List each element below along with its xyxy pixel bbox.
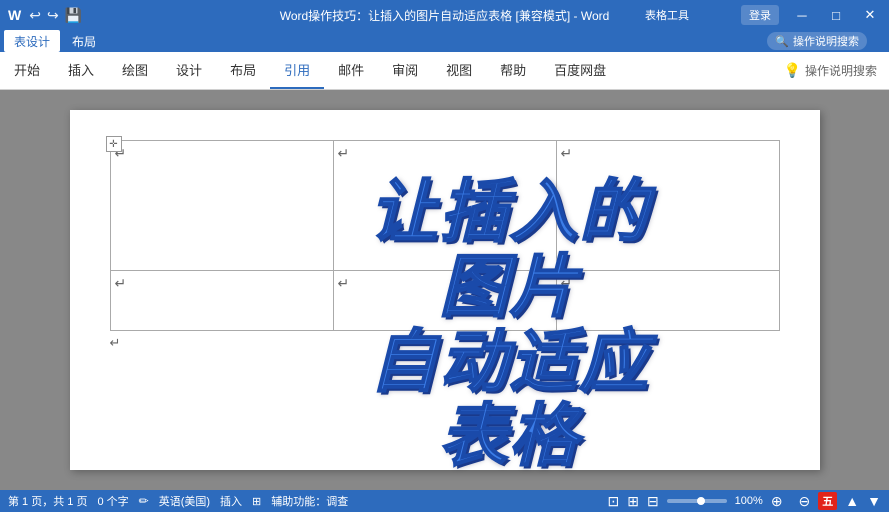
- menu-search-text: 操作说明搜索: [805, 62, 877, 79]
- menu-tab-insert[interactable]: 插入: [54, 52, 108, 89]
- zoom-slider-thumb: [697, 497, 705, 505]
- view-reading-icon[interactable]: ⊞: [627, 493, 639, 510]
- accessibility-text: 辅助功能：调查: [271, 493, 348, 509]
- word-logo: W: [8, 7, 21, 23]
- insert-mode: 插入: [220, 493, 242, 509]
- paragraph-mark-below: ↵: [110, 335, 780, 351]
- menu-tab-baidu[interactable]: 百度网盘: [540, 52, 620, 89]
- zoom-in-icon[interactable]: ⊕: [771, 493, 783, 510]
- search-icon: 🔍: [775, 35, 789, 48]
- expand-icon[interactable]: ▲: [845, 493, 859, 509]
- login-button[interactable]: 登录: [741, 5, 779, 25]
- paragraph-mark: ↵: [561, 275, 573, 292]
- minimize-button[interactable]: －: [791, 4, 813, 26]
- wps-logo: 五: [818, 492, 837, 510]
- table-cell: ↵: [556, 271, 779, 331]
- view-web-icon[interactable]: ⊟: [647, 493, 659, 510]
- menu-tab-draw[interactable]: 绘图: [108, 52, 162, 89]
- menu-tab-design[interactable]: 设计: [162, 52, 216, 89]
- ribbon-search-text: 操作说明搜索: [793, 33, 859, 49]
- menu-search-area[interactable]: 💡 操作说明搜索: [772, 52, 889, 89]
- status-right: ⊡ ⊞ ⊟ 100% ⊕ ⊖ 五 ▲ ▼: [607, 492, 881, 510]
- save-button[interactable]: 💾: [65, 7, 82, 24]
- table-cell: ↵: [333, 141, 556, 271]
- table-row: ↵ ↵ ↵: [110, 141, 779, 271]
- paragraph-mark: ↵: [561, 145, 573, 162]
- redo-button[interactable]: ↪: [47, 7, 59, 24]
- document-table: ↵ ↵ ↵ ↵ ↵ ↵: [110, 140, 780, 331]
- zoom-level: 100%: [735, 495, 763, 507]
- status-left: 第 1 页，共 1 页 0 个字 ✏ 英语(美国) 插入 ⊞ 辅助功能：调查: [8, 493, 348, 509]
- paragraph-mark: ↵: [115, 275, 127, 292]
- tab-table-design[interactable]: 表设计: [4, 30, 60, 52]
- paragraph-mark: ↵: [338, 145, 350, 162]
- menu-tab-start[interactable]: 开始: [0, 52, 54, 89]
- menu-bar: 开始 插入 绘图 设计 布局 引用 邮件 审阅 视图 帮助 百度网盘 💡 操作说…: [0, 52, 889, 90]
- table-cell: ↵: [110, 141, 333, 271]
- table-tools-label: 表格工具: [645, 0, 689, 30]
- lightbulb-icon: 💡: [784, 62, 801, 79]
- language: 英语(美国): [159, 493, 210, 509]
- menu-tab-review[interactable]: 审阅: [378, 52, 432, 89]
- layout-icon: ⊞: [252, 495, 261, 508]
- title-bar: W ↩ ↪ 💾 Word操作技巧：让插入的图片自动适应表格 [兼容模式] - W…: [0, 0, 889, 30]
- menu-tab-mail[interactable]: 邮件: [324, 52, 378, 89]
- zoom-out-icon[interactable]: ⊖: [799, 493, 811, 510]
- menu-tab-reference[interactable]: 引用: [270, 52, 324, 89]
- word-count: 0 个字: [97, 493, 128, 509]
- maximize-button[interactable]: □: [825, 4, 847, 26]
- table-cell: ↵: [556, 141, 779, 271]
- table-row: ↵ ↵ ↵: [110, 271, 779, 331]
- page: ✛ ↵ ↵ ↵ ↵ ↵ ↵: [70, 110, 820, 470]
- table-tools-ribbon: 表设计 布局 🔍 操作说明搜索: [0, 30, 889, 52]
- edit-icon: ✏: [139, 494, 149, 508]
- page-info: 第 1 页，共 1 页: [8, 493, 87, 509]
- title-bar-left: W ↩ ↪ 💾: [8, 7, 82, 24]
- paragraph-mark: ↵: [338, 275, 350, 292]
- minimize-panel-icon[interactable]: ▼: [867, 493, 881, 509]
- table-cell: ↵: [110, 271, 333, 331]
- status-bar: 第 1 页，共 1 页 0 个字 ✏ 英语(美国) 插入 ⊞ 辅助功能：调查 ⊡…: [0, 490, 889, 512]
- ribbon-search[interactable]: 🔍 操作说明搜索: [767, 32, 867, 50]
- menu-tab-view[interactable]: 视图: [432, 52, 486, 89]
- menu-tab-layout[interactable]: 布局: [216, 52, 270, 89]
- table-move-handle[interactable]: ✛: [106, 136, 122, 152]
- quick-access: ↩ ↪ 💾: [29, 7, 82, 24]
- document-area: ✛ ↵ ↵ ↵ ↵ ↵ ↵: [0, 90, 889, 490]
- table-cell: ↵: [333, 271, 556, 331]
- close-button[interactable]: ✕: [859, 4, 881, 26]
- menu-tab-help[interactable]: 帮助: [486, 52, 540, 89]
- tab-table-layout[interactable]: 布局: [62, 30, 106, 52]
- title-bar-title: Word操作技巧：让插入的图片自动适应表格 [兼容模式] - Word: [280, 7, 610, 24]
- title-bar-right: 登录 － □ ✕: [741, 4, 881, 26]
- view-normal-icon[interactable]: ⊡: [607, 493, 619, 510]
- undo-button[interactable]: ↩: [29, 7, 41, 24]
